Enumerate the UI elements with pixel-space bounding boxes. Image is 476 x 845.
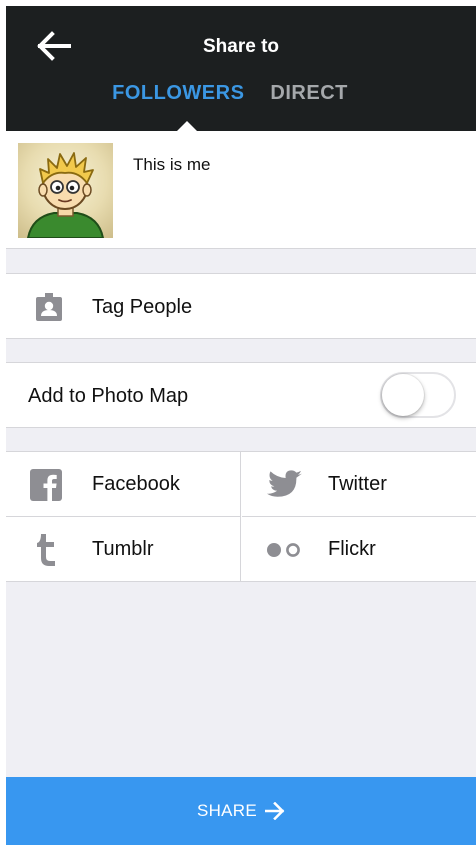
flickr-share-option[interactable]: Flickr xyxy=(242,517,476,582)
share-label: SHARE xyxy=(196,801,258,820)
twitter-label: Twitter xyxy=(328,473,387,495)
flickr-label: Flickr xyxy=(328,538,376,560)
photo-map-toggle[interactable] xyxy=(380,372,456,418)
photo-map-label: Add to Photo Map xyxy=(28,385,189,407)
share-button[interactable]: SHARE xyxy=(6,777,476,845)
header-bar: Share to FOLLOWERS DIRECT xyxy=(6,6,476,131)
twitter-share-option[interactable]: Twitter xyxy=(242,452,476,517)
social-share-grid: Facebook Twitter Tumblr Flickr xyxy=(6,451,476,582)
flickr-icon xyxy=(266,534,302,566)
tumblr-icon xyxy=(28,534,64,566)
cartoon-boy-avatar xyxy=(26,152,105,238)
facebook-share-option[interactable]: Facebook xyxy=(6,452,241,517)
caption-text[interactable]: This is me xyxy=(133,155,210,175)
photo-thumbnail[interactable] xyxy=(18,143,113,238)
share-screen: Share to FOLLOWERS DIRECT This is me Tag… xyxy=(6,6,476,845)
active-tab-indicator xyxy=(177,121,197,131)
toggle-knob xyxy=(382,374,424,416)
arrow-right-icon xyxy=(265,802,285,820)
tab-followers[interactable]: FOLLOWERS xyxy=(112,82,244,105)
tag-people-row[interactable]: Tag People xyxy=(6,273,476,339)
facebook-label: Facebook xyxy=(92,473,180,495)
page-title: Share to xyxy=(202,36,280,57)
twitter-icon xyxy=(266,469,302,501)
tumblr-label: Tumblr xyxy=(92,538,154,560)
tag-people-label: Tag People xyxy=(92,296,193,318)
tab-direct[interactable]: DIRECT xyxy=(270,82,347,105)
facebook-icon xyxy=(28,469,64,501)
photo-map-row: Add to Photo Map xyxy=(6,362,476,428)
caption-section: This is me xyxy=(6,131,476,249)
person-tag-icon xyxy=(36,293,62,326)
tumblr-share-option[interactable]: Tumblr xyxy=(6,517,241,582)
audience-tabs: FOLLOWERS DIRECT xyxy=(6,82,476,105)
